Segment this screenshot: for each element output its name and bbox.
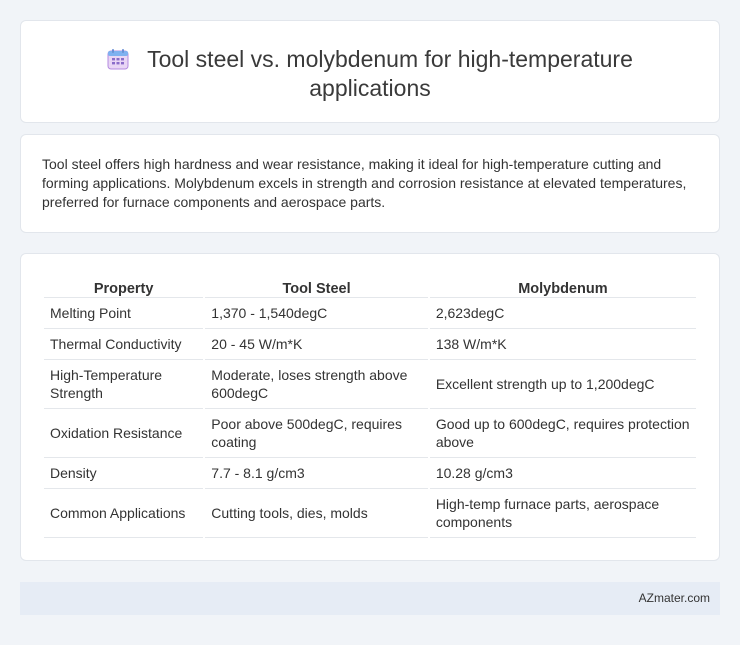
row-property: Oxidation Resistance (44, 409, 204, 458)
table-row: Density 7.7 - 8.1 g/cm3 10.28 g/cm3 (44, 458, 696, 489)
comparison-table: Property Tool Steel Molybdenum Melting P… (42, 274, 698, 538)
row-tool-steel: Moderate, loses strength above 600degC (205, 360, 428, 409)
title-card: Tool steel vs. molybdenum for high-tempe… (20, 20, 720, 123)
header-molybdenum: Molybdenum (429, 274, 696, 298)
description-card: Tool steel offers high hardness and wear… (20, 134, 720, 233)
row-tool-steel: 1,370 - 1,540degC (205, 298, 428, 329)
comparison-card: Property Tool Steel Molybdenum Melting P… (20, 253, 720, 561)
row-molybdenum: 138 W/m*K (429, 329, 696, 360)
description-text: Tool steel offers high hardness and wear… (42, 156, 687, 210)
row-molybdenum: Good up to 600degC, requires protection … (429, 409, 696, 458)
row-tool-steel: Cutting tools, dies, molds (205, 489, 428, 538)
header-tool-steel: Tool Steel (205, 274, 428, 298)
page-title-text: Tool steel vs. molybdenum for high-tempe… (147, 46, 633, 101)
footer-brand[interactable]: AZmater.com (639, 591, 710, 605)
row-molybdenum: 10.28 g/cm3 (429, 458, 696, 489)
row-tool-steel: Poor above 500degC, requires coating (205, 409, 428, 458)
footer-bar: AZmater.com (20, 582, 720, 615)
table-header-row: Property Tool Steel Molybdenum (44, 274, 696, 298)
page-title: Tool steel vs. molybdenum for high-tempe… (21, 45, 719, 103)
row-tool-steel: 20 - 45 W/m*K (205, 329, 428, 360)
row-molybdenum: 2,623degC (429, 298, 696, 329)
header-property: Property (44, 274, 204, 298)
row-molybdenum: High-temp furnace parts, aerospace compo… (429, 489, 696, 538)
table-row: Thermal Conductivity 20 - 45 W/m*K 138 W… (44, 329, 696, 360)
row-molybdenum: Excellent strength up to 1,200degC (429, 360, 696, 409)
table-row: Common Applications Cutting tools, dies,… (44, 489, 696, 538)
row-property: Thermal Conductivity (44, 329, 204, 360)
row-property: Melting Point (44, 298, 204, 329)
calendar-icon (107, 49, 129, 70)
table-row: Oxidation Resistance Poor above 500degC,… (44, 409, 696, 458)
row-property: Common Applications (44, 489, 204, 538)
table-row: Melting Point 1,370 - 1,540degC 2,623deg… (44, 298, 696, 329)
row-property: Density (44, 458, 204, 489)
row-property: High-Temperature Strength (44, 360, 204, 409)
table-row: High-Temperature Strength Moderate, lose… (44, 360, 696, 409)
row-tool-steel: 7.7 - 8.1 g/cm3 (205, 458, 428, 489)
